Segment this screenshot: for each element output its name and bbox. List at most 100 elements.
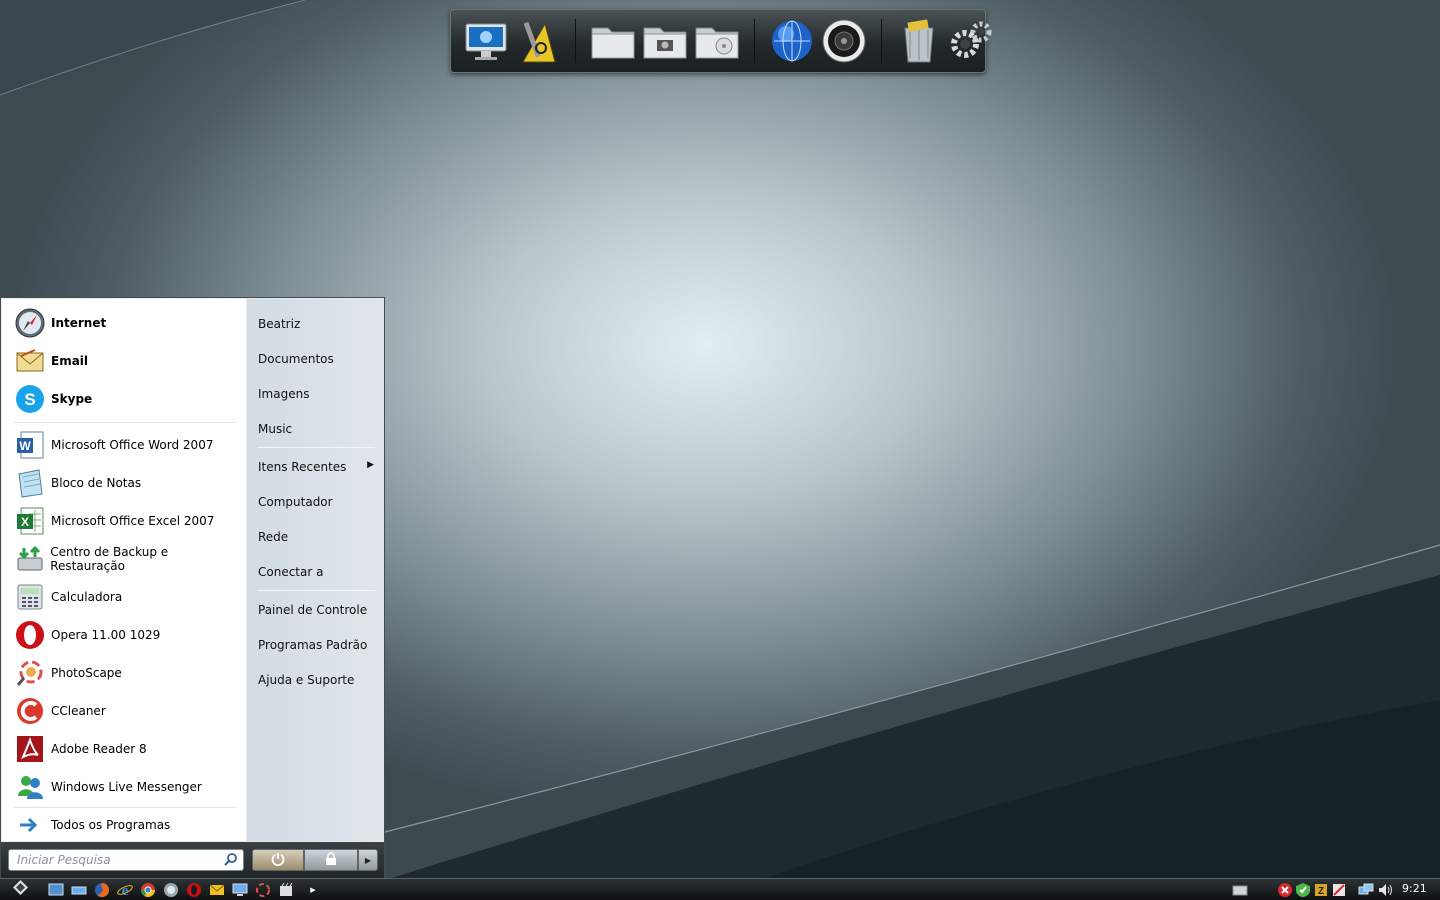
place-music[interactable]: Music [258,422,292,436]
sm-item-label: CCleaner [51,704,106,718]
switch-windows-icon[interactable] [70,881,87,898]
globe-icon[interactable] [769,18,815,64]
place-recent-items[interactable]: Itens Recentes ▶ [258,460,374,474]
place-control-panel[interactable]: Painel de Controle [258,603,367,617]
sm-item-opera[interactable]: Opera 11.00 1029 [14,617,242,653]
backup-icon [14,543,45,575]
svg-text:W: W [19,439,31,453]
keyboard-tray-icon[interactable] [1231,881,1248,898]
windows-logo-icon [12,879,29,900]
place-connect[interactable]: Conectar a [258,565,323,579]
flag-tray-icon[interactable] [1330,881,1347,898]
clock[interactable]: 9:21 [1402,882,1427,895]
network-tray-icon[interactable] [1357,881,1374,898]
start-menu-programs-pane: Internet Email S Skype W Microsoft Offic… [2,299,246,841]
place-help[interactable]: Ajuda e Suporte [258,673,354,687]
lock-icon [324,851,338,870]
firefox-icon[interactable] [93,881,110,898]
mail-taskbar-icon[interactable] [208,881,225,898]
folder-icon[interactable] [590,18,636,64]
globe-small-icon[interactable] [162,881,179,898]
power-button[interactable] [252,849,304,871]
photoscape-icon [14,657,46,689]
sm-item-email[interactable]: Email [14,343,242,379]
svg-text:e: e [121,883,128,898]
excel-icon: X [14,505,46,537]
browser-compass-icon [14,307,46,339]
submenu-arrow-icon: ▶ [367,460,374,470]
all-programs-button[interactable]: Todos os Programas [14,807,242,843]
place-images[interactable]: Imagens [258,387,309,401]
place-recent-items-label: Itens Recentes [258,460,347,474]
opera-icon [14,619,46,651]
show-desktop-icon[interactable] [47,881,64,898]
sm-item-label: PhotoScape [51,666,122,680]
start-menu: Internet Email S Skype W Microsoft Offic… [0,297,385,879]
sm-item-label: Microsoft Office Word 2007 [51,438,214,452]
chrome-icon[interactable] [139,881,156,898]
pictures-folder-icon[interactable] [642,18,688,64]
sm-item-skype[interactable]: S Skype [14,381,242,417]
place-network[interactable]: Rede [258,530,288,544]
sm-item-excel[interactable]: X Microsoft Office Excel 2007 [14,503,242,539]
trash-icon[interactable] [896,18,942,64]
dock-separator [881,19,882,63]
z-tray-icon[interactable]: Z [1312,881,1329,898]
svg-text:X: X [21,515,29,529]
sm-item-messenger[interactable]: Windows Live Messenger [14,769,242,805]
search-icon[interactable] [224,852,238,869]
sm-item-internet[interactable]: Internet [14,305,242,341]
word-icon: W [14,429,46,461]
sm-item-label: Calculadora [51,590,123,604]
calculator-icon [14,581,46,613]
volume-tray-icon[interactable] [1376,881,1393,898]
sm-item-ccleaner[interactable]: CCleaner [14,693,242,729]
taskbar: e ▶ Z 9:21 [0,878,1440,900]
all-programs-label: Todos os Programas [51,818,171,832]
svg-text:Z: Z [1317,886,1323,897]
computer-icon[interactable] [463,18,509,64]
sm-item-calculator[interactable]: Calculadora [14,579,242,615]
dock [450,9,992,73]
arrow-right-icon [14,809,46,841]
lock-button[interactable] [304,849,358,871]
places-separator [257,590,375,591]
place-documents[interactable]: Documentos [258,352,334,366]
start-menu-places-pane: Beatriz Documentos Imagens Music Itens R… [247,299,384,841]
notepad-icon [14,467,46,499]
email-envelope-icon [14,345,46,377]
skype-icon: S [14,383,46,415]
chevron-right-icon: ▶ [364,855,372,865]
security-alert-tray-icon[interactable] [1276,881,1293,898]
quicklaunch-expand-icon[interactable]: ▶ [306,881,320,898]
search-input[interactable]: Iniciar Pesquisa [8,849,244,871]
sm-item-label: Centro de Backup e Restauração [50,545,169,573]
place-user[interactable]: Beatriz [258,317,300,331]
sm-item-label: Opera 11.00 1029 [51,628,161,642]
place-default-programs[interactable]: Programas Padrão [258,638,367,652]
messenger-icon [14,771,46,803]
internet-explorer-icon[interactable]: e [116,881,133,898]
sm-item-label: Bloco de Notas [51,476,142,490]
gears-icon[interactable] [948,18,994,64]
start-button[interactable] [12,879,29,900]
svg-text:S: S [24,390,35,409]
photoscape-taskbar-icon[interactable] [254,881,271,898]
shutdown-options-button[interactable]: ▶ [358,849,378,871]
place-computer[interactable]: Computador [258,495,333,509]
sm-item-label: Adobe Reader 8 [51,742,147,756]
sm-item-adobe-reader[interactable]: Adobe Reader 8 [14,731,242,767]
speaker-icon[interactable] [821,18,867,64]
sm-item-word[interactable]: W Microsoft Office Word 2007 [14,427,242,463]
music-folder-icon[interactable] [694,18,740,64]
sm-item-backup[interactable]: Centro de Backup e Restauração [14,541,242,577]
sm-item-notepad[interactable]: Bloco de Notas [14,465,242,501]
sm-item-label: Microsoft Office Excel 2007 [51,514,215,528]
sm-item-photoscape[interactable]: PhotoScape [14,655,242,691]
monitor-taskbar-icon[interactable] [231,881,248,898]
opera-taskbar-icon[interactable] [185,881,202,898]
tools-icon[interactable] [515,18,561,64]
media-taskbar-icon[interactable] [277,881,294,898]
antivirus-tray-icon[interactable] [1294,881,1311,898]
dock-separator [575,19,576,63]
